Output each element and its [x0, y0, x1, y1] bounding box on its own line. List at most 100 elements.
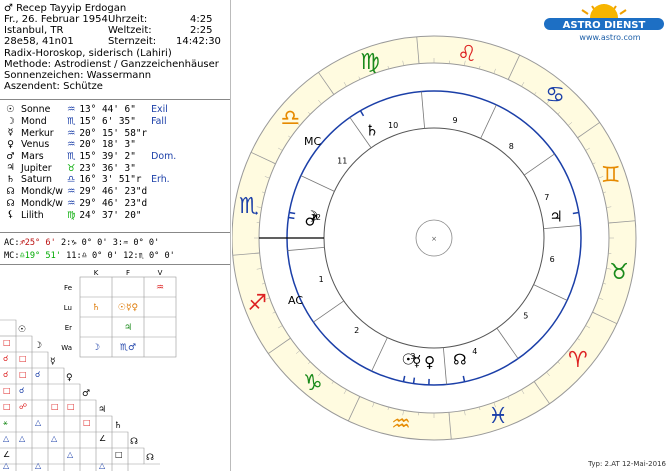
- grid-sun-icon: ☉: [18, 325, 26, 335]
- aspect-cell: ∠: [99, 434, 106, 443]
- chart-method: Methode: Astrodienst / Ganzzeichenhäuser: [4, 59, 219, 70]
- mc-label: MC: [304, 135, 321, 148]
- aspect-cell: ☍: [19, 402, 27, 411]
- house3-label: 3:: [112, 238, 124, 248]
- house12-value: ♏ 0° 0': [138, 251, 175, 261]
- planet-marker: [572, 211, 579, 215]
- aspect-cell: ☌: [3, 354, 8, 363]
- aspect-cell: □: [83, 418, 91, 427]
- planet-marker: [412, 377, 416, 384]
- house11-label: 11:: [66, 251, 82, 261]
- planet-row: ☉ Sonne ♒ 13° 44' 6" Exil: [2, 104, 178, 116]
- sidereal-value: 14:42:30: [176, 36, 221, 47]
- aspect-cell: △: [3, 461, 10, 470]
- planet-glyph-icon: ☽: [6, 115, 15, 127]
- planet-position: 20° 18' 3": [79, 139, 136, 151]
- aspect-cell: □: [51, 402, 59, 411]
- planet-sign-icon: ♏: [66, 151, 76, 163]
- saturn-icon: ♄: [365, 122, 378, 140]
- house-number: 4: [472, 347, 477, 356]
- house-number: 2: [354, 326, 359, 335]
- planet-glyph-icon: ⚸: [7, 209, 14, 221]
- elem-col-k: K: [94, 269, 99, 277]
- worldtime-label: Weltzeit:: [108, 25, 152, 36]
- house-number: 9: [452, 116, 457, 125]
- planet-position: 13° 44' 6": [79, 104, 136, 116]
- planet-dignity: [149, 127, 178, 139]
- planet-glyph-icon: ♂: [6, 150, 15, 162]
- elem-col-f: F: [126, 269, 130, 277]
- planet-dignity: Erh.: [151, 174, 170, 186]
- aspect-cell: ∠: [3, 450, 10, 459]
- time-label: Uhrzeit:: [108, 14, 148, 25]
- house-number: 8: [509, 142, 514, 151]
- sagittarius-icon: ♐: [247, 291, 267, 316]
- planet-sign-icon: ♒: [66, 104, 76, 116]
- house-number: 11: [337, 157, 347, 166]
- taurus-icon: ♉: [609, 260, 629, 285]
- planet-sign-icon: ♒: [66, 139, 76, 151]
- aspect-cell: □: [3, 402, 11, 411]
- planet-name: Saturn: [21, 174, 52, 186]
- house-number: 6: [550, 255, 555, 264]
- sun-sign: Sonnenzeichen: Wassermann: [4, 70, 152, 81]
- planet-dignity: [149, 198, 178, 210]
- planet-row: ⚸ Lilith ♍ 24° 37' 20": [2, 209, 178, 221]
- aspect-cell: △: [3, 434, 10, 443]
- planet-glyph-icon: ♄: [6, 174, 15, 186]
- planet-dignity: [149, 162, 178, 174]
- planet-sign-icon: ♒: [66, 127, 76, 139]
- planet-glyph-icon: ☉: [6, 104, 15, 115]
- element-water-planets: ♏♂: [120, 343, 136, 353]
- planet-marker: [289, 211, 296, 215]
- divider-mid: [0, 232, 230, 233]
- planet-name: Jupiter: [21, 162, 52, 174]
- planet-name: Sonne: [21, 104, 51, 116]
- mercury-icon: ☿: [412, 352, 421, 370]
- ac-label: AC:: [4, 238, 20, 248]
- aspect-cell: ⚹: [3, 418, 8, 427]
- planet-glyph-icon: ☊: [6, 197, 15, 209]
- aspect-cell: ☌: [35, 370, 40, 379]
- planet-dignity: Exil: [151, 104, 168, 116]
- leo-icon: ♌: [457, 42, 477, 67]
- element-fire-marker: ♒: [156, 283, 164, 293]
- virgo-icon: ♍: [360, 50, 380, 75]
- planet-table: ☉ Sonne ♒ 13° 44' 6" Exil ☽ Mond ♏ 15° 6' 35" Fal…: [2, 104, 178, 221]
- birth-name: ♂ Recep Tayyip Erdogan: [4, 3, 126, 15]
- divider-houses: [0, 264, 230, 265]
- grid-venus-icon: ♀: [66, 373, 73, 383]
- house2-value: ♑ 0° 0': [71, 238, 108, 248]
- aspect-grid: K F V Fe Lu Er Wa ♒ ♄ ☉☿♀ ♃ ☽ ♏♂ ☉ ☽ ☿ ♀…: [0, 269, 177, 471]
- birth-coords: 28e58, 41n01: [4, 36, 74, 47]
- house-row-ac: AC:♐25° 6' 2:♑ 0° 0' 3:♒ 0° 0': [4, 238, 159, 250]
- planet-marker: [288, 216, 295, 220]
- planet-glyph-icon: ♀: [7, 139, 14, 151]
- planet-position: 20° 15' 58"r: [79, 127, 148, 139]
- house-number: 10: [388, 121, 398, 130]
- ascendant: Aszendent: Schütze: [4, 81, 103, 92]
- mc-label: MC:: [4, 251, 20, 261]
- element-air-planets: ☉☿♀: [118, 303, 138, 313]
- planet-dignity: Dom.: [151, 151, 177, 163]
- house2-label: 2:: [60, 238, 72, 248]
- element-earth-marker: ♃: [124, 323, 132, 333]
- planet-position: 29° 46' 23"d: [79, 186, 148, 198]
- planet-sign-icon: ♎: [66, 174, 76, 186]
- grid-node2-icon: ☊: [146, 453, 154, 463]
- planet-position: 29° 46' 23"d: [79, 197, 148, 209]
- aspect-cell: □: [19, 354, 27, 363]
- planet-name: Venus: [21, 139, 50, 151]
- horoscope-wheel: ×123456789101112♐♑♒ ♓♈♉♊♋♌♍♎♏☉☿ ♀☽♂ ♃♄☊ACMC: [232, 35, 637, 441]
- planet-sign-icon: ♏: [66, 116, 76, 128]
- footer-info: Typ: 2.AT 12-Mai-2016: [588, 460, 666, 468]
- planet-dignity: [149, 209, 178, 221]
- aspect-cell: □: [3, 338, 11, 347]
- planet-sign-icon: ♒: [66, 186, 76, 198]
- house12-label: 12:: [123, 251, 139, 261]
- planet-row: ♀ Venus ♒ 20° 18' 3": [2, 139, 178, 151]
- planet-name: Lilith: [21, 209, 44, 221]
- planet-row: ☊ Mondk/w ♒ 29° 46' 23"d: [2, 198, 178, 210]
- elem-row-fe: Fe: [64, 284, 72, 292]
- planet-row: ♄ Saturn ♎ 16° 3' 51"r Erh.: [2, 174, 178, 186]
